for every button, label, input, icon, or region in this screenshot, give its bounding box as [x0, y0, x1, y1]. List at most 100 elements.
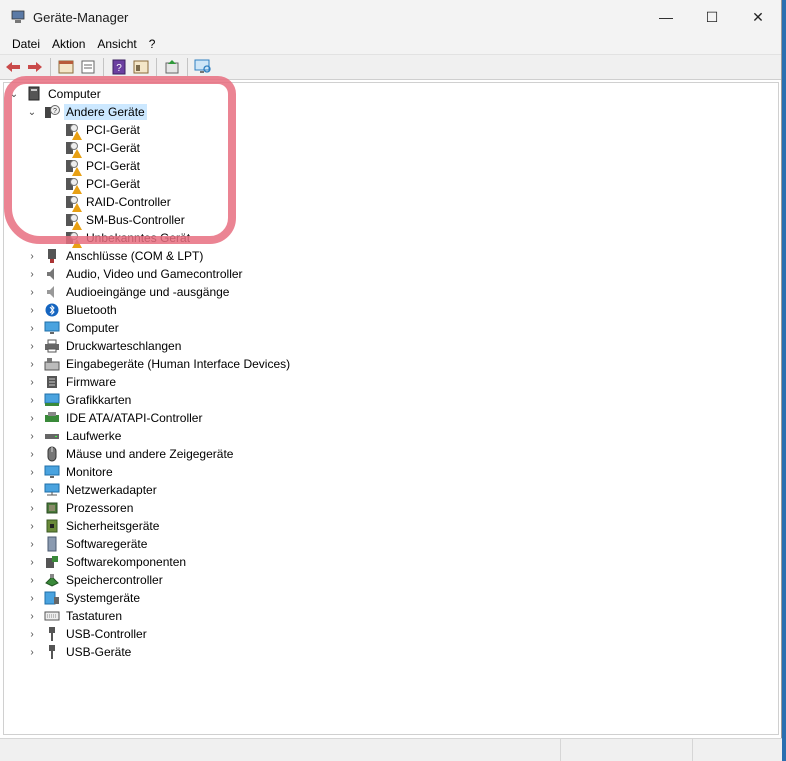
category-item[interactable]: › Audioeingänge und -ausgänge	[26, 283, 231, 301]
maximize-button[interactable]: ☐	[689, 0, 735, 34]
warning-device-icon	[64, 194, 82, 212]
category-item[interactable]: › Firmware	[26, 373, 118, 391]
category-item[interactable]: › Grafikkarten	[26, 391, 133, 409]
chevron-right-icon[interactable]: ›	[26, 484, 38, 496]
status-bar-segment	[692, 739, 783, 761]
chevron-right-icon[interactable]: ›	[26, 376, 38, 388]
chevron-right-icon[interactable]: ›	[26, 628, 38, 640]
category-label: Prozessoren	[66, 501, 134, 515]
speaker-icon	[44, 284, 60, 300]
category-label: Laufwerke	[66, 429, 122, 443]
chevron-right-icon[interactable]: ›	[26, 646, 38, 658]
category-item[interactable]: › Tastaturen	[26, 607, 124, 625]
category-label: Systemgeräte	[66, 591, 141, 605]
category-label: Druckwarteschlangen	[66, 339, 182, 353]
chevron-right-icon[interactable]: ›	[26, 358, 38, 370]
chevron-right-icon[interactable]: ›	[26, 448, 38, 460]
chevron-right-icon[interactable]: ›	[26, 304, 38, 316]
device-manager-window: Geräte-Manager — ☐ ✕ Datei Aktion Ansich…	[0, 0, 783, 761]
scan-hardware-icon[interactable]	[194, 58, 212, 76]
device-item[interactable]: SM-Bus-Controller	[64, 211, 187, 230]
update-driver-icon[interactable]	[163, 58, 181, 76]
chevron-right-icon[interactable]: ›	[26, 520, 38, 532]
warning-device-icon	[64, 158, 82, 176]
category-item[interactable]: › Softwaregeräte	[26, 535, 149, 553]
device-item[interactable]: Unbekanntes Gerät	[64, 229, 192, 248]
properties-icon[interactable]	[79, 58, 97, 76]
chevron-right-icon[interactable]: ›	[26, 538, 38, 550]
category-item[interactable]: › IDE ATA/ATAPI-Controller	[26, 409, 204, 427]
device-item[interactable]: PCI-Gerät	[64, 139, 142, 158]
category-item[interactable]: › Systemgeräte	[26, 589, 142, 607]
title-bar[interactable]: Geräte-Manager — ☐ ✕	[0, 0, 781, 34]
menu-bar: Datei Aktion Ansicht ?	[0, 34, 781, 55]
chevron-right-icon[interactable]: ›	[26, 250, 38, 262]
speaker-icon	[44, 266, 60, 282]
category-item[interactable]: › Prozessoren	[26, 499, 135, 517]
category-item[interactable]: › Bluetooth	[26, 301, 119, 319]
category-item[interactable]: › Softwarekomponenten	[26, 553, 188, 571]
chevron-right-icon[interactable]: ›	[26, 502, 38, 514]
menu-help[interactable]: ?	[143, 37, 162, 51]
category-item[interactable]: › Netzwerkadapter	[26, 481, 159, 499]
storage-controller-icon	[44, 572, 60, 588]
chevron-right-icon[interactable]: ›	[26, 574, 38, 586]
close-button[interactable]: ✕	[735, 0, 781, 34]
category-andere-geraete[interactable]: ⌄ ? Andere Geräte	[26, 103, 147, 121]
category-item[interactable]: › Sicherheitsgeräte	[26, 517, 161, 535]
chevron-right-icon[interactable]: ›	[26, 412, 38, 424]
chevron-right-icon[interactable]: ›	[26, 466, 38, 478]
chevron-right-icon[interactable]: ›	[26, 430, 38, 442]
help-icon[interactable]: ?	[110, 58, 128, 76]
back-arrow-icon[interactable]	[4, 58, 22, 76]
category-item[interactable]: › Mäuse und andere Zeigegeräte	[26, 445, 235, 463]
menu-aktion[interactable]: Aktion	[46, 37, 91, 51]
device-item[interactable]: PCI-Gerät	[64, 121, 142, 140]
category-item[interactable]: › Speichercontroller	[26, 571, 165, 589]
forward-arrow-icon[interactable]	[26, 58, 44, 76]
category-item[interactable]: › USB-Controller	[26, 625, 149, 643]
device-item-label: PCI-Gerät	[86, 141, 141, 155]
menu-datei[interactable]: Datei	[6, 37, 46, 51]
device-item[interactable]: PCI-Gerät	[64, 175, 142, 194]
category-item[interactable]: › USB-Geräte	[26, 643, 133, 661]
warning-device-icon	[64, 122, 82, 140]
chevron-right-icon[interactable]: ›	[26, 322, 38, 334]
category-label: Sicherheitsgeräte	[66, 519, 160, 533]
chevron-right-icon[interactable]: ›	[26, 556, 38, 568]
category-item[interactable]: › Eingabegeräte (Human Interface Devices…	[26, 355, 292, 373]
category-item[interactable]: › Audio, Video und Gamecontroller	[26, 265, 245, 283]
category-item[interactable]: › Computer	[26, 319, 121, 337]
toolbar-separator	[103, 58, 104, 76]
chevron-down-icon[interactable]: ⌄	[26, 106, 38, 118]
chevron-right-icon[interactable]: ›	[26, 394, 38, 406]
warning-device-icon	[64, 176, 82, 194]
device-item-label: PCI-Gerät	[86, 177, 141, 191]
chevron-right-icon[interactable]: ›	[26, 268, 38, 280]
minimize-button[interactable]: —	[643, 0, 689, 34]
category-item[interactable]: › Anschlüsse (COM & LPT)	[26, 247, 205, 265]
chevron-right-icon[interactable]: ›	[26, 592, 38, 604]
category-item[interactable]: › Laufwerke	[26, 427, 123, 445]
warning-device-icon	[64, 140, 82, 158]
device-item[interactable]: PCI-Gerät	[64, 157, 142, 176]
chevron-down-icon[interactable]: ⌄	[8, 88, 20, 100]
toolbar-separator	[156, 58, 157, 76]
svg-text:?: ?	[53, 108, 57, 115]
view-icon[interactable]	[132, 58, 150, 76]
device-item[interactable]: RAID-Controller	[64, 193, 173, 212]
category-label: Monitore	[66, 465, 113, 479]
menu-ansicht[interactable]: Ansicht	[91, 37, 142, 51]
chevron-right-icon[interactable]: ›	[26, 286, 38, 298]
tree-root[interactable]: ⌄ Computer	[8, 85, 103, 103]
device-tree[interactable]: ⌄ Computer ⌄ ? Andere Geräte PCI-Gerät P…	[3, 82, 779, 735]
show-hide-tree-icon[interactable]	[57, 58, 75, 76]
category-label: Softwaregeräte	[66, 537, 148, 551]
category-item[interactable]: › Monitore	[26, 463, 115, 481]
category-item[interactable]: › Druckwarteschlangen	[26, 337, 183, 355]
chevron-right-icon[interactable]: ›	[26, 340, 38, 352]
chevron-right-icon[interactable]: ›	[26, 610, 38, 622]
category-label: Anschlüsse (COM & LPT)	[66, 249, 204, 263]
category-label: USB-Controller	[66, 627, 147, 641]
device-item-label: SM-Bus-Controller	[86, 213, 185, 227]
